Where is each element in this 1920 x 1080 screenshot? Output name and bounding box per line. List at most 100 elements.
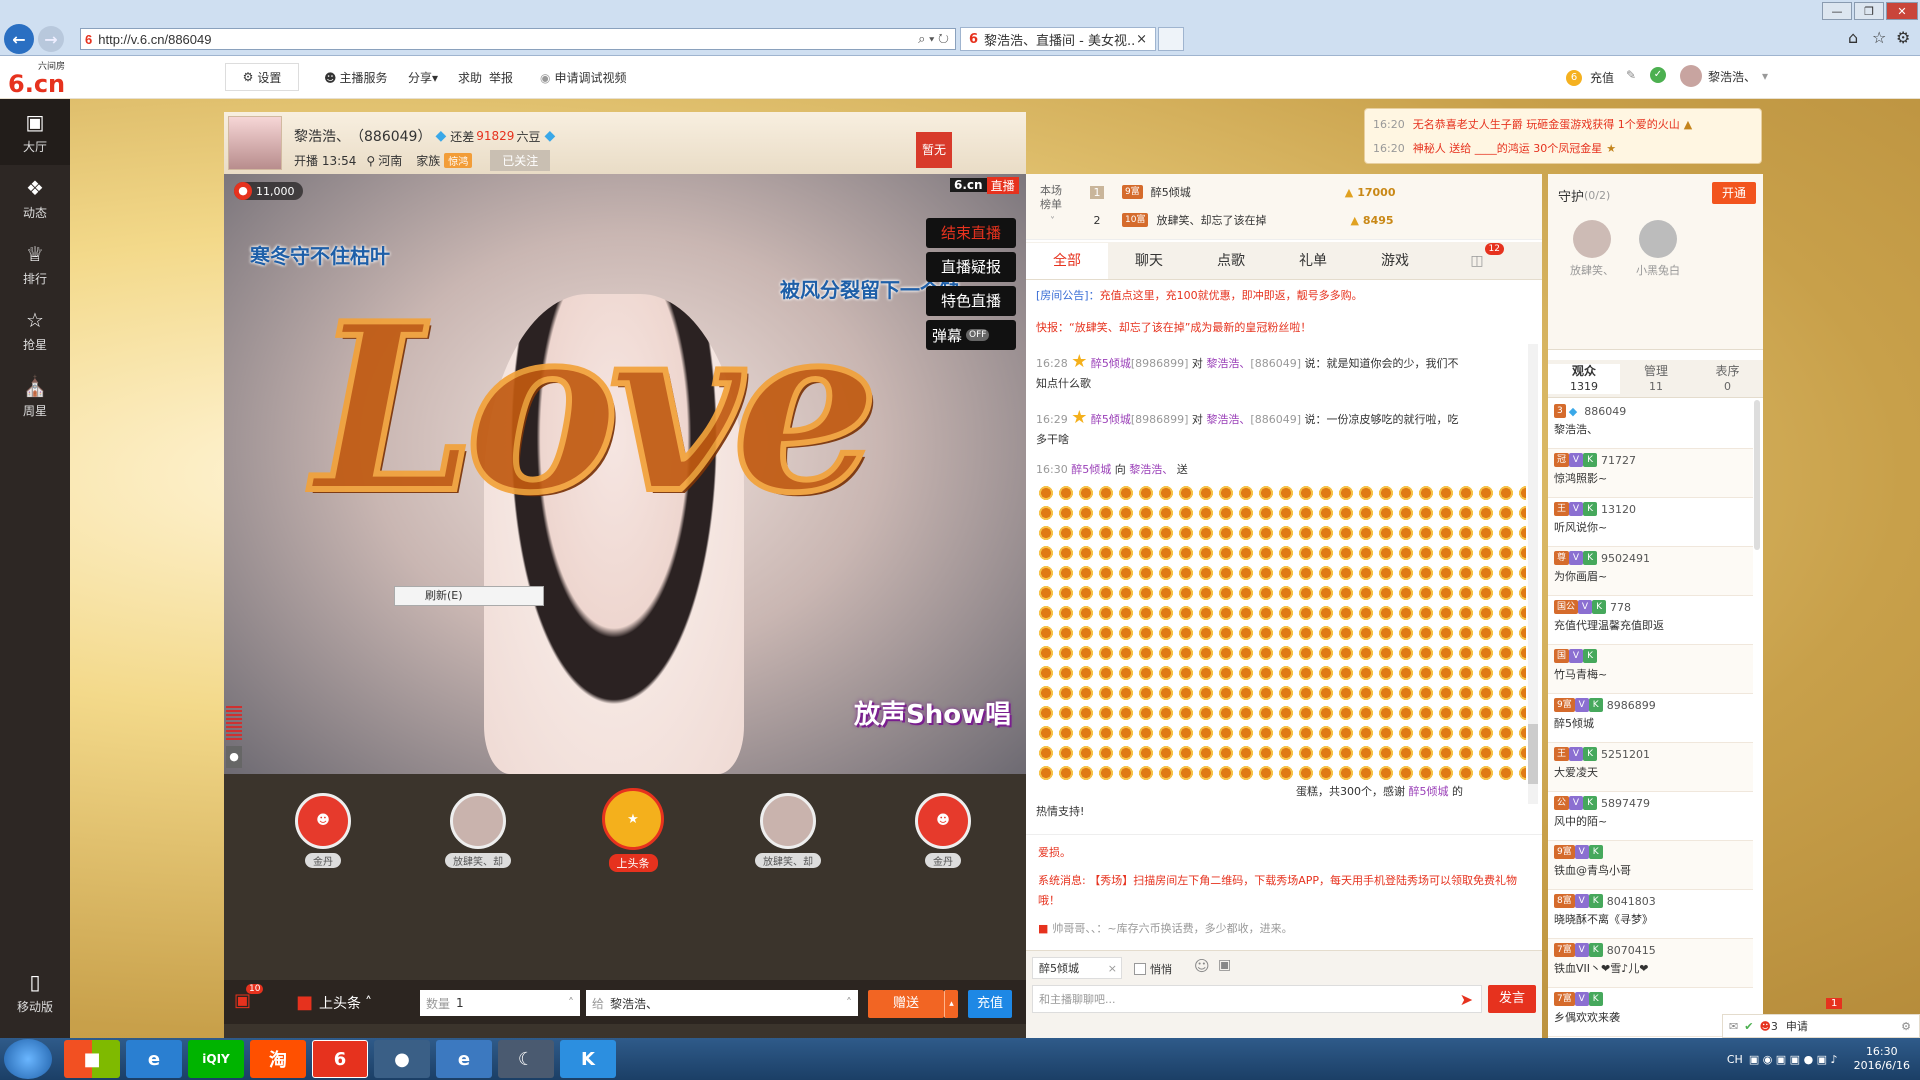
- taskbar-browser-icon[interactable]: e: [126, 1040, 182, 1078]
- browser-tab-active[interactable]: 6 黎浩浩、直播间 - 美女视... ×: [960, 27, 1156, 51]
- audience-list[interactable]: 3 ◆ 886049 黎浩浩、冠 V K 71727 惊鸿照影~ 王 V K 1312…: [1548, 400, 1753, 1040]
- taskbar-taobao-icon[interactable]: 淘: [250, 1040, 306, 1078]
- send-message-button[interactable]: 发言: [1488, 985, 1536, 1013]
- audience-row[interactable]: 9富 V K 铁血@青鸟小哥: [1548, 841, 1753, 890]
- notice-row[interactable]: 16:20 神秘人 送给 ____的鸿运 30个凤冠金星 ★: [1373, 137, 1753, 161]
- audience-row[interactable]: 尊 V K 9502491 为你画眉~: [1548, 547, 1753, 596]
- tab-song[interactable]: 点歌: [1190, 243, 1272, 279]
- chat-scrollbar[interactable]: [1528, 344, 1538, 804]
- recipient-field[interactable]: 给 黎浩浩、 ˄: [586, 990, 858, 1016]
- rank-expand-chevron-icon[interactable]: ˅: [1050, 216, 1055, 227]
- rank-row[interactable]: 2 10富 放肆笑、却忘了该在掉 ▲ 8495: [1090, 210, 1530, 230]
- taskbar-windows-icon[interactable]: ■: [64, 1040, 120, 1078]
- audience-row[interactable]: 国 V K 竹马青梅~: [1548, 645, 1753, 694]
- minimize-button[interactable]: —: [1822, 2, 1852, 20]
- chat-input[interactable]: 和主播聊聊吧... ➤: [1032, 985, 1482, 1013]
- favorites-star-icon[interactable]: ☆: [1872, 28, 1886, 47]
- follow-button[interactable]: 已关注: [490, 150, 551, 171]
- message-user[interactable]: 醉5倾城: [1091, 357, 1131, 370]
- taskbar-ie-icon[interactable]: e: [436, 1040, 492, 1078]
- back-button[interactable]: ←: [4, 24, 34, 54]
- user-menu[interactable]: 黎浩浩、 ▾: [1680, 65, 1768, 87]
- gift-summary-user[interactable]: 醉5倾城: [1409, 785, 1449, 798]
- report-link[interactable]: 举报: [489, 69, 513, 86]
- audience-name[interactable]: 铁血VII丶❤雪♪儿❤: [1554, 960, 1747, 976]
- refresh-tooltip[interactable]: 刷新(E): [394, 586, 544, 606]
- taskbar-iqiyi-icon[interactable]: iQIY: [188, 1040, 244, 1078]
- message-target[interactable]: 黎浩浩、: [1206, 357, 1250, 370]
- audience-name[interactable]: 竹马青梅~: [1554, 666, 1747, 682]
- settings-button[interactable]: ⚙ 设置: [225, 63, 299, 91]
- quantity-field[interactable]: 数量 1 ˄: [420, 990, 580, 1016]
- volume-meter[interactable]: [226, 706, 242, 742]
- audience-name[interactable]: 大爱凌天: [1554, 764, 1747, 780]
- help-link[interactable]: 求助: [458, 69, 482, 86]
- address-bar[interactable]: 6 http://v.6.cn/886049 ⌕ ▾ ↻: [80, 28, 956, 50]
- taskbar-moon-icon[interactable]: ☾: [498, 1040, 554, 1078]
- mobile-version-link[interactable]: ▯ 移动版: [0, 959, 70, 1025]
- close-window-button[interactable]: ✕: [1886, 2, 1918, 20]
- end-live-button[interactable]: 结束直播: [926, 218, 1016, 248]
- mail-icon[interactable]: ✉: [1729, 1020, 1738, 1033]
- system-messages[interactable]: 爱损。 系统消息: 【秀场】扫描房间左下角二维码，下载秀场APP，每天用手机登陆…: [1026, 834, 1542, 964]
- audience-name[interactable]: 充值代理温馨充值即返: [1554, 617, 1747, 633]
- audience-name[interactable]: 乡偶欢欢来袭: [1554, 1009, 1747, 1025]
- gift-slot[interactable]: ☻ 金丹: [888, 792, 998, 868]
- tab-game[interactable]: 游戏: [1354, 243, 1436, 279]
- guard-member[interactable]: 小黑兔白: [1628, 220, 1688, 278]
- audience-name[interactable]: 风中的陌~: [1554, 813, 1747, 829]
- message-target[interactable]: 黎浩浩、: [1206, 413, 1250, 426]
- apply-button[interactable]: 申请: [1786, 1018, 1808, 1034]
- checkbox-box[interactable]: [1134, 963, 1146, 975]
- headline-button[interactable]: ■ 上头条 ˄: [296, 992, 372, 1013]
- audience-row[interactable]: 冠 V K 71727 惊鸿照影~: [1548, 449, 1753, 498]
- video-player[interactable]: ● 11,000 6.cn 直播 寒冬守不住枯叶 被风分裂留下一个缺 Love …: [224, 174, 1026, 774]
- chat-target-select[interactable]: 醉5倾城 ×: [1032, 957, 1122, 979]
- audience-row[interactable]: 国公 V K 778 充值代理温馨充值即返: [1548, 596, 1753, 645]
- audience-name[interactable]: 醉5倾城: [1554, 715, 1747, 731]
- sidebar-item-hall[interactable]: ▣ 大厅: [0, 99, 70, 165]
- live-report-button[interactable]: 直播疑报: [926, 252, 1016, 282]
- send-options-caret-icon[interactable]: ▴: [944, 990, 958, 1018]
- sidebar-item-dynamic[interactable]: ❖ 动态: [0, 165, 70, 231]
- start-button[interactable]: [4, 1039, 52, 1079]
- tab-audience[interactable]: 观众 1319: [1548, 363, 1620, 394]
- audience-row[interactable]: 3 ◆ 886049 黎浩浩、: [1548, 400, 1753, 449]
- audience-row[interactable]: 8富 V K 8041803 晓晓酥不离《寻梦》: [1548, 890, 1753, 939]
- tab-chat[interactable]: 聊天: [1108, 243, 1190, 279]
- audience-row[interactable]: 王 V K 13120 听风说你~: [1548, 498, 1753, 547]
- sidebar-item-week-star[interactable]: ⛪ 周星: [0, 363, 70, 429]
- tab-queue[interactable]: 表序 0: [1692, 364, 1763, 394]
- audience-name[interactable]: 晓晓酥不离《寻梦》: [1554, 911, 1747, 927]
- family-badge[interactable]: 惊鸿: [444, 153, 473, 168]
- anchor-service-link[interactable]: ☻ 主播服务: [324, 69, 388, 86]
- guard-member[interactable]: 放肆笑、: [1562, 220, 1622, 278]
- recharge-button[interactable]: 充值: [968, 990, 1012, 1018]
- clock[interactable]: 16:30 2016/6/16: [1854, 1045, 1910, 1073]
- audience-row[interactable]: 王 V K 5251201 大爱凌天: [1548, 743, 1753, 792]
- audience-name[interactable]: 听风说你~: [1554, 519, 1747, 535]
- new-tab-button[interactable]: [1158, 27, 1184, 51]
- featured-live-button[interactable]: 特色直播: [926, 286, 1016, 316]
- tray-apps-icon[interactable]: ▣ ◉ ▣ ▣ ● ▣ ♪: [1749, 1053, 1838, 1066]
- audience-row[interactable]: 7富 V K 8070415 铁血VII丶❤雪♪儿❤: [1548, 939, 1753, 988]
- taskbar-6cn-icon[interactable]: 6: [312, 1040, 368, 1078]
- restore-button[interactable]: ❐: [1854, 2, 1884, 20]
- scroll-thumb[interactable]: [1528, 724, 1538, 784]
- home-icon[interactable]: ⌂: [1848, 28, 1858, 47]
- message-user[interactable]: 醉5倾城: [1071, 463, 1111, 476]
- host-name[interactable]: 黎浩浩、: [294, 126, 350, 146]
- audience-name[interactable]: 惊鸿照影~: [1554, 470, 1747, 486]
- tab-gift-list[interactable]: 礼单: [1272, 243, 1354, 279]
- notice-row[interactable]: 16:20 无名恭喜老丈人生子爵 玩砸金蛋游戏获得 1个爱的火山 ▲: [1373, 113, 1753, 137]
- recharge-link[interactable]: 6 充值: [1566, 69, 1614, 86]
- sidebar-item-grab-star[interactable]: ☆ 抢星: [0, 297, 70, 363]
- audience-row[interactable]: 9富 V K 8986899 醉5倾城: [1548, 694, 1753, 743]
- emoji-icon[interactable]: ☺: [1194, 957, 1210, 975]
- share-link[interactable]: 分享▾: [408, 69, 438, 86]
- audience-name[interactable]: 黎浩浩、: [1554, 421, 1747, 437]
- danmu-switch[interactable]: OFF: [966, 329, 990, 341]
- verified-check-icon[interactable]: ✓: [1650, 67, 1666, 83]
- site-logo[interactable]: 六间房 6.cn: [8, 59, 72, 97]
- audience-name[interactable]: 铁血@青鸟小哥: [1554, 862, 1747, 878]
